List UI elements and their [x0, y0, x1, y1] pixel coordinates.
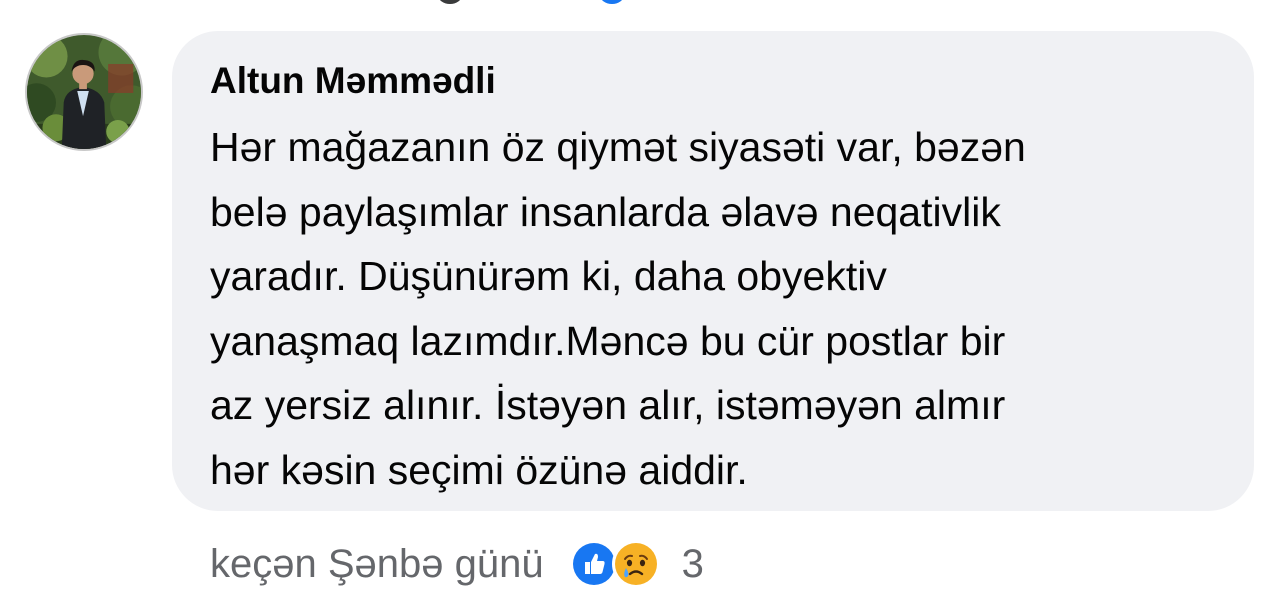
comment-line: hər kəsin seçimi özünə aiddir.	[210, 446, 748, 493]
comment-line: belə paylaşımlar insanlarda əlavə neqati…	[210, 188, 1001, 235]
avatar-photo	[27, 35, 141, 149]
comment-author[interactable]: Altun Məmmədli	[210, 59, 1214, 107]
previous-reaction-icon-fragment	[600, 0, 624, 4]
comment-line: Hər mağazanın öz qiymət siyasəti var, bə…	[210, 124, 1026, 170]
reaction-count: 3	[681, 542, 704, 586]
comment-line: az yersiz alınır. İstəyən alır, istəməyə…	[210, 382, 1006, 429]
comment-meta: keçən Şənbə günü 3	[210, 532, 704, 596]
comment-text: Hər mağazanın öz qiymət siyasəti var, bə…	[210, 115, 1214, 503]
comment-bubble: Altun Məmmədli Hər mağazanın öz qiymət s…	[172, 31, 1254, 511]
sad-icon	[611, 540, 660, 588]
previous-reaction-icon-fragment	[438, 0, 462, 4]
like-icon	[569, 540, 618, 588]
comment-line: yaradır. Düşünürəm ki, daha obyektiv	[210, 253, 887, 300]
comment-timestamp[interactable]: keçən Şənbə günü	[210, 534, 544, 594]
comment-line: yanaşmaq lazımdır.Məncə bu cür postlar b…	[210, 317, 1006, 364]
reaction-summary[interactable]: 3	[569, 534, 704, 594]
comment-screen: Altun Məmmədli Hər mağazanın öz qiymət s…	[0, 0, 1284, 616]
avatar[interactable]	[25, 33, 143, 151]
